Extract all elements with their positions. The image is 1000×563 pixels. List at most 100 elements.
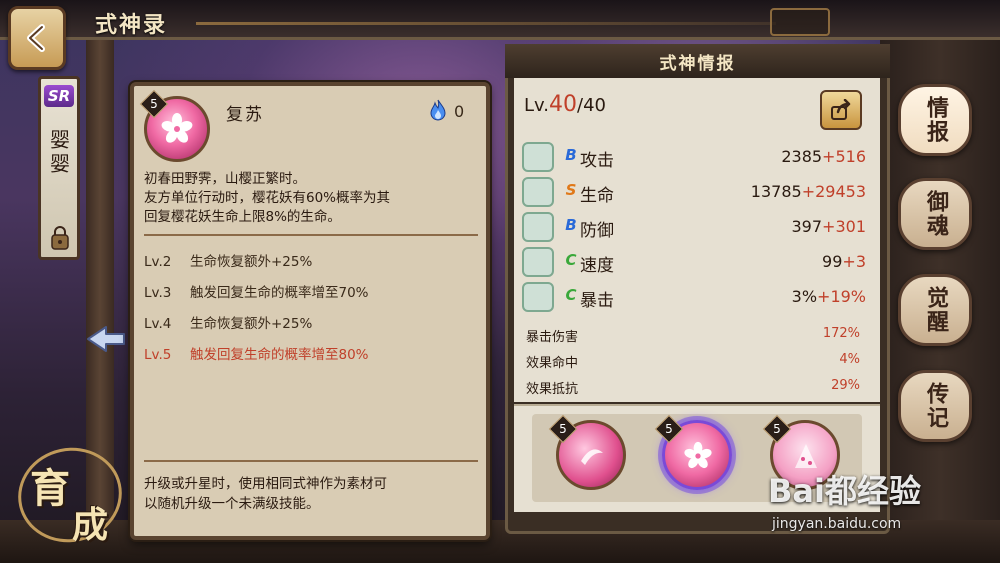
- level-effect: 生命恢复额外+25%: [190, 254, 313, 270]
- skill-slot-1[interactable]: 5: [548, 414, 626, 490]
- level-row: Lv.4 生命恢复额外+25%: [144, 312, 474, 332]
- level-effect: 生命恢复额外+25%: [190, 316, 313, 332]
- stat-grade: C: [565, 251, 577, 269]
- footer-line: 升级或升星时，使用相同式神作为素材可: [144, 476, 387, 492]
- sub-stat-name: 暴击伤害: [526, 330, 579, 345]
- sub-stat-row: 效果抵抗 29%: [526, 378, 866, 397]
- level-label: Lv.3: [144, 285, 172, 301]
- stat-row-health: S 生命 13785+29453: [522, 175, 872, 209]
- desc-line: 友方单位行动时，樱花妖有60%概率为其: [144, 190, 391, 206]
- level-row-active: Lv.5 触发回复生命的概率增至80%: [144, 343, 474, 363]
- divider: [144, 460, 478, 462]
- header-ornament: [770, 8, 830, 36]
- stat-row-defense: B 防御 397+301: [522, 210, 872, 244]
- level-display: Lv.40/40: [524, 92, 606, 117]
- stat-row-attack: B 攻击 2385+516: [522, 140, 872, 174]
- stat-grade: B: [565, 216, 577, 234]
- stat-value: 13785+29453: [751, 182, 866, 201]
- sub-stat-name: 效果命中: [526, 356, 579, 371]
- stat-grade: S: [565, 181, 577, 199]
- stat-row-crit: C 暴击 3%+19%: [522, 280, 872, 314]
- level-label: Lv.5: [144, 347, 172, 363]
- sub-stat-value: 4%: [839, 352, 860, 367]
- skill-description: 初春田野霁，山樱正繁时。 友方单位行动时，樱花妖有60%概率为其 回复樱花妖生命…: [144, 170, 480, 227]
- stat-bonus: +3: [842, 252, 866, 271]
- desc-line: 初春田野霁，山樱正繁时。: [144, 171, 306, 187]
- stat-name: 暴击: [580, 291, 614, 311]
- watermark-logo: Bai都经验: [768, 472, 921, 510]
- level-prefix: Lv.: [524, 95, 550, 116]
- emblem-ring: [9, 438, 131, 552]
- onibi-fire-icon: [430, 99, 446, 121]
- sub-stat-row: 暴击伤害 172%: [526, 326, 866, 345]
- watermark: Bai都经验 jingyan.baidu.com: [768, 466, 988, 554]
- desc-line: 回复樱花妖生命上限8%的生命。: [144, 209, 341, 225]
- footer-line: 以随机升级一个未满级技能。: [144, 496, 320, 512]
- level-row: Lv.3 触发回复生命的概率增至70%: [144, 281, 474, 301]
- sub-stat-name: 效果抵抗: [526, 382, 579, 397]
- share-icon: [831, 99, 851, 120]
- stat-bonus: +516: [822, 147, 866, 166]
- skill-footer-note: 升级或升星时，使用相同式神作为素材可 以随机升级一个未满级技能。: [144, 474, 480, 514]
- divider: [144, 234, 478, 236]
- level-max: /40: [577, 95, 606, 116]
- stat-row-speed: C 速度 99+3: [522, 245, 872, 279]
- shikigami-name-tag[interactable]: SR 婴婴: [38, 76, 80, 260]
- skill-cost: 0: [454, 102, 465, 121]
- stat-base: 397: [791, 217, 823, 236]
- stat-value: 99+3: [822, 252, 866, 271]
- lock-icon[interactable]: [50, 225, 70, 251]
- speed-icon: [522, 247, 554, 277]
- tab-info[interactable]: 情报: [898, 84, 972, 156]
- stat-base: 99: [822, 252, 843, 271]
- stat-bonus: +29453: [801, 182, 866, 201]
- stat-base: 13785: [750, 182, 802, 201]
- sub-stat-value: 29%: [831, 378, 860, 393]
- level-label: Lv.2: [144, 254, 172, 270]
- cultivate-button[interactable]: 育 成: [9, 438, 132, 552]
- skill-slot-2[interactable]: 5: [654, 414, 732, 490]
- tab-awaken[interactable]: 觉醒: [898, 274, 972, 346]
- rarity-badge: SR: [44, 85, 74, 107]
- level-label: Lv.4: [144, 316, 172, 332]
- sub-stat-value: 172%: [822, 326, 860, 341]
- share-button[interactable]: [820, 90, 862, 130]
- stat-value: 3%+19%: [792, 287, 866, 306]
- emblem-char-2: 成: [72, 505, 109, 546]
- level-current: 40: [549, 92, 578, 117]
- attack-icon: [522, 142, 554, 172]
- stat-bonus: +19%: [817, 287, 866, 306]
- stat-base: 2385: [781, 147, 823, 166]
- info-panel-title: 式神情报: [505, 44, 890, 78]
- stat-name: 防御: [580, 221, 614, 241]
- stats-panel: Lv.40/40 B 攻击 2385+516 S 生命 13785+29453 …: [514, 78, 880, 402]
- health-icon: [522, 177, 554, 207]
- defense-icon: [522, 212, 554, 242]
- stat-name: 攻击: [580, 151, 614, 171]
- page-title: 式神录: [94, 13, 167, 38]
- tab-soul[interactable]: 御魂: [898, 178, 972, 250]
- level-row: Lv.2 生命恢复额外+25%: [144, 250, 474, 270]
- crit-icon: [522, 282, 554, 312]
- stat-base: 3%: [791, 287, 818, 306]
- skill-detail-panel: 5 复苏 0 初春田野霁，山樱正繁时。 友方单位行动时，樱花妖有60%概率为其 …: [130, 82, 490, 540]
- skill-name: 复苏: [226, 105, 264, 125]
- stat-name: 生命: [580, 186, 614, 206]
- sub-stat-row: 效果命中 4%: [526, 352, 866, 371]
- previous-arrow-icon[interactable]: [84, 324, 128, 354]
- back-button[interactable]: [8, 6, 66, 70]
- stat-bonus: +301: [822, 217, 866, 236]
- sakura-icon: [684, 441, 712, 469]
- stat-value: 2385+516: [781, 147, 866, 166]
- watermark-url: jingyan.baidu.com: [772, 516, 902, 532]
- stat-value: 397+301: [792, 217, 867, 236]
- header-divider: [196, 22, 776, 25]
- petal-storm-icon: [581, 449, 603, 465]
- stat-grade: C: [565, 286, 577, 304]
- sakura-icon: [161, 113, 193, 143]
- stat-grade: B: [565, 146, 577, 164]
- level-effect: 触发回复生命的概率增至80%: [190, 347, 369, 363]
- tab-biography[interactable]: 传记: [898, 370, 972, 442]
- emblem-char-1: 育: [30, 466, 70, 512]
- level-effect: 触发回复生命的概率增至70%: [190, 285, 369, 301]
